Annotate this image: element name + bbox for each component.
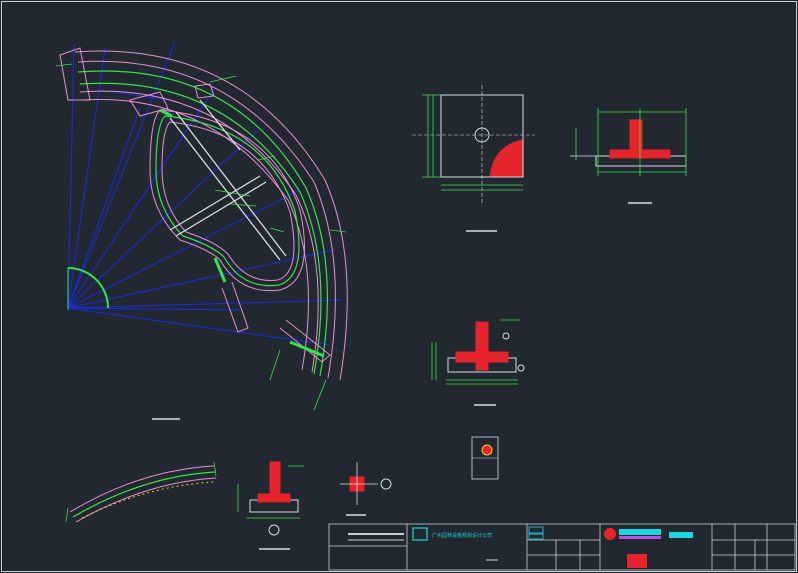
curved-strip-footing: [65, 461, 217, 523]
ring-rebar: [77, 70, 328, 377]
strip-section-detail: [237, 461, 304, 550]
drawing-tag: [528, 533, 544, 540]
stamp-red: [604, 528, 616, 540]
company-logo-mark: [412, 527, 428, 541]
inner-loop-rebar: [155, 115, 300, 287]
radial-walls: [59, 47, 331, 363]
company-name: 广州园林设施规划设计公司: [432, 532, 492, 539]
wall-footing-section: [570, 108, 687, 204]
foundation-plan: [55, 41, 348, 420]
project-tag: [528, 526, 544, 534]
title-block: [328, 523, 796, 571]
seal-red: [627, 554, 647, 568]
legend-symbol-box: [471, 436, 499, 480]
square-footing-plan: [412, 85, 535, 232]
title-bar-cyan: [619, 529, 661, 535]
title-bar-cyan-2: [669, 532, 693, 538]
small-column-detail: [340, 462, 392, 516]
inner-loop-beam: [149, 109, 305, 292]
column-footing-section: [431, 319, 525, 406]
dimension-ticks: [55, 63, 347, 411]
title-bar-magenta: [619, 536, 661, 539]
cad-drawing-canvas: 广州园林设施规划设计公司: [1, 1, 797, 572]
cross-beams: [169, 99, 287, 261]
drawing-frame: [1, 1, 797, 572]
footing-hatch: [489, 139, 523, 177]
